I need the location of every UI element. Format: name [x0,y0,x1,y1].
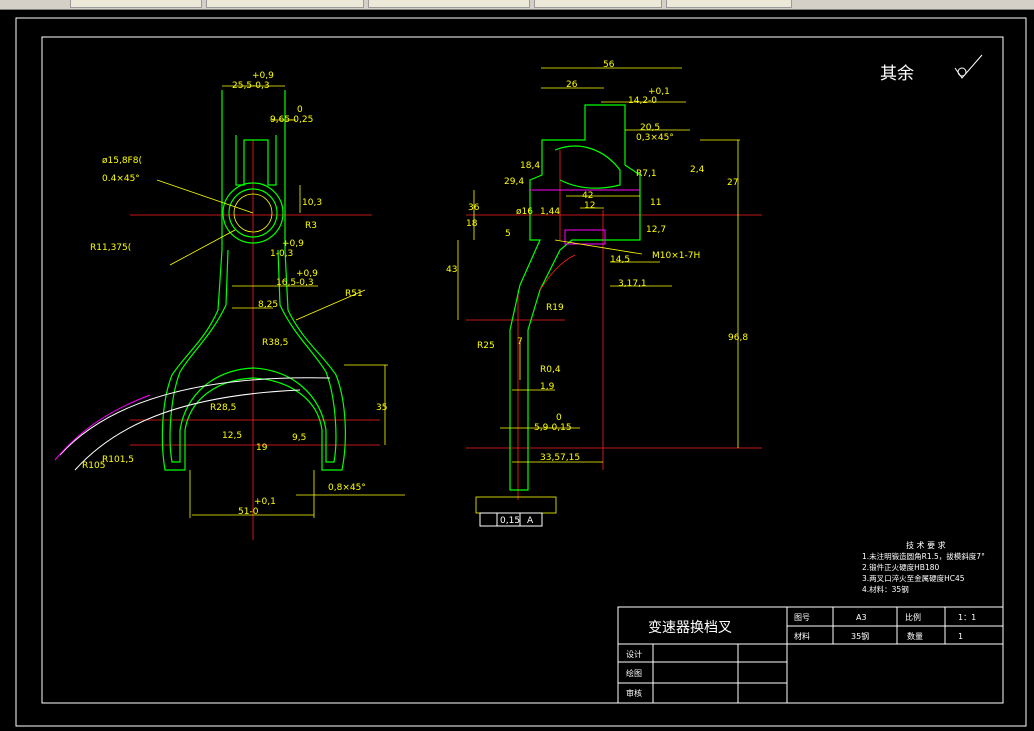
technical-requirements: 技 术 要 求 1.未注明锻造圆角R1.5，拔模斜度7° 2.锻件正火硬度HB1… [862,540,985,594]
scale-label: 比例 [905,612,921,622]
dim-label: R7,1 [636,169,657,179]
right-view-dimensions: 56 26 +0,1 14,2-0 20,5 0,3×45° R7,1 2,4 … [446,60,748,526]
dim-label: 5,9-0,15 [534,423,572,433]
dim-label: 18,4 [520,161,540,171]
toolbar-segment[interactable] [666,0,792,8]
quantity-value: 1 [958,632,963,641]
dim-label: +0,9 [282,239,304,249]
scale-value: 1：1 [958,613,976,622]
dim-label: M10×1-7H [652,251,700,261]
dim-label: R105 [82,461,105,471]
dim-label: 1,9 [540,382,555,392]
dim-label: 51-0 [238,507,259,517]
drawn-label: 绘图 [626,668,642,678]
title-block: 变速器换档叉 图号 A3 比例 1：1 材料 35钢 数量 1 设计 绘图 审核 [617,606,1004,704]
dim-label: 3,17,1 [618,279,647,289]
dim-label: ø16 [516,207,533,217]
dim-label: 36 [468,203,480,213]
toolbar-segment[interactable] [70,0,202,8]
toolbar-segment[interactable] [534,0,662,8]
drawing-no-value: A3 [856,613,867,622]
dim-label: 1,44 [540,207,560,217]
dim-label: R25 [477,341,495,351]
dim-label: 27 [727,178,738,188]
drawing-no-label: 图号 [794,613,810,622]
dim-label: 0 [297,105,303,115]
review-label: 审核 [626,688,642,698]
dim-label: 0.4×45° [102,174,140,184]
dim-label: ø15,8F8( [102,156,142,166]
material-value: 35钢 [851,631,869,641]
dim-label: R11,375( [90,243,131,253]
dim-label: 35 [376,403,387,413]
material-label: 材料 [794,631,810,641]
dim-label: 11 [650,198,661,208]
dim-label: 12,5 [222,431,242,441]
dim-label: 2,4 [690,165,705,175]
quantity-label: 数量 [907,631,923,641]
design-label: 设计 [626,649,642,659]
roughness-symbol-icon [954,54,983,79]
dim-label: R38,5 [262,338,288,348]
left-view-dimensions: +0,9 25,5-0,3 0 9,65-0,25 ø15,8F8( 0.4×4… [82,71,387,517]
dim-label: R101,5 [102,455,134,465]
tech-req-title: 技 术 要 求 [906,540,946,550]
dim-label: 8,25 [258,300,278,310]
dim-label: 16,5-0,3 [276,278,314,288]
dim-label: 14,5 [610,255,630,265]
dim-label: +0,1 [254,497,276,507]
cad-drawing-canvas[interactable]: 其余 +0,9 25,5-0,3 0 9,65-0,25 ø15,8F8(0.… [0,10,1034,731]
dim-label: 12 [584,201,595,211]
inner-drawing-frame [41,36,1004,704]
dim-label: 9,5 [292,433,306,443]
surface-finish-label: 其余 [880,64,914,84]
left-view-part [54,85,405,540]
tech-req-item: 2.锻件正火硬度HB180 [862,562,939,572]
right-view-part [457,67,762,527]
dim-label: 0,3×45° [636,133,674,143]
tech-req-item: 1.未注明锻造圆角R1.5，拔模斜度7° [862,551,985,561]
dim-label: R0,4 [540,365,561,375]
dim-label: 14,2-0 [628,96,657,106]
dim-label: 9,65-0,25 [270,115,313,125]
dim-label: 1-0,3 [270,249,293,259]
dim-label: 7 [517,337,523,347]
outer-sheet-border [15,17,1027,727]
dim-label: 56 [603,60,615,70]
dim-label: 43 [446,265,457,275]
dim-label: R51 [345,289,363,299]
dim-label: 29,4 [504,177,524,187]
part-name: 变速器换档叉 [648,619,732,636]
dim-label: 19 [256,443,268,453]
tech-req-item: 3.两叉口淬火至金属硬度HC45 [862,573,965,583]
dim-label: R28,5 [210,403,236,413]
dim-label: R19 [546,303,564,313]
tolerance-datum: A [527,516,534,526]
dim-label: 5 [505,229,511,239]
window-toolbar-strip [0,0,1034,10]
dim-label: 33,57,15 [540,453,580,463]
dim-label: 25,5-0,3 [232,81,270,91]
dim-label: 18 [466,219,478,229]
tolerance-value: 0,15 [500,516,520,526]
dim-label: 20,5 [640,123,660,133]
dim-label: 0,8×45° [328,483,366,493]
toolbar-segment[interactable] [368,0,530,8]
dim-label: +0,9 [252,71,274,81]
toolbar-segment[interactable] [206,0,364,8]
dim-label: 12,7 [646,225,666,235]
dim-label: 26 [566,80,578,90]
dim-label: R3 [305,221,317,231]
tech-req-item: 4.材料：35钢 [862,584,909,594]
dim-label: 42 [582,191,593,201]
dim-label: 10,3 [302,198,322,208]
dim-label: 96,8 [728,333,748,343]
dim-label: 0 [556,413,562,423]
